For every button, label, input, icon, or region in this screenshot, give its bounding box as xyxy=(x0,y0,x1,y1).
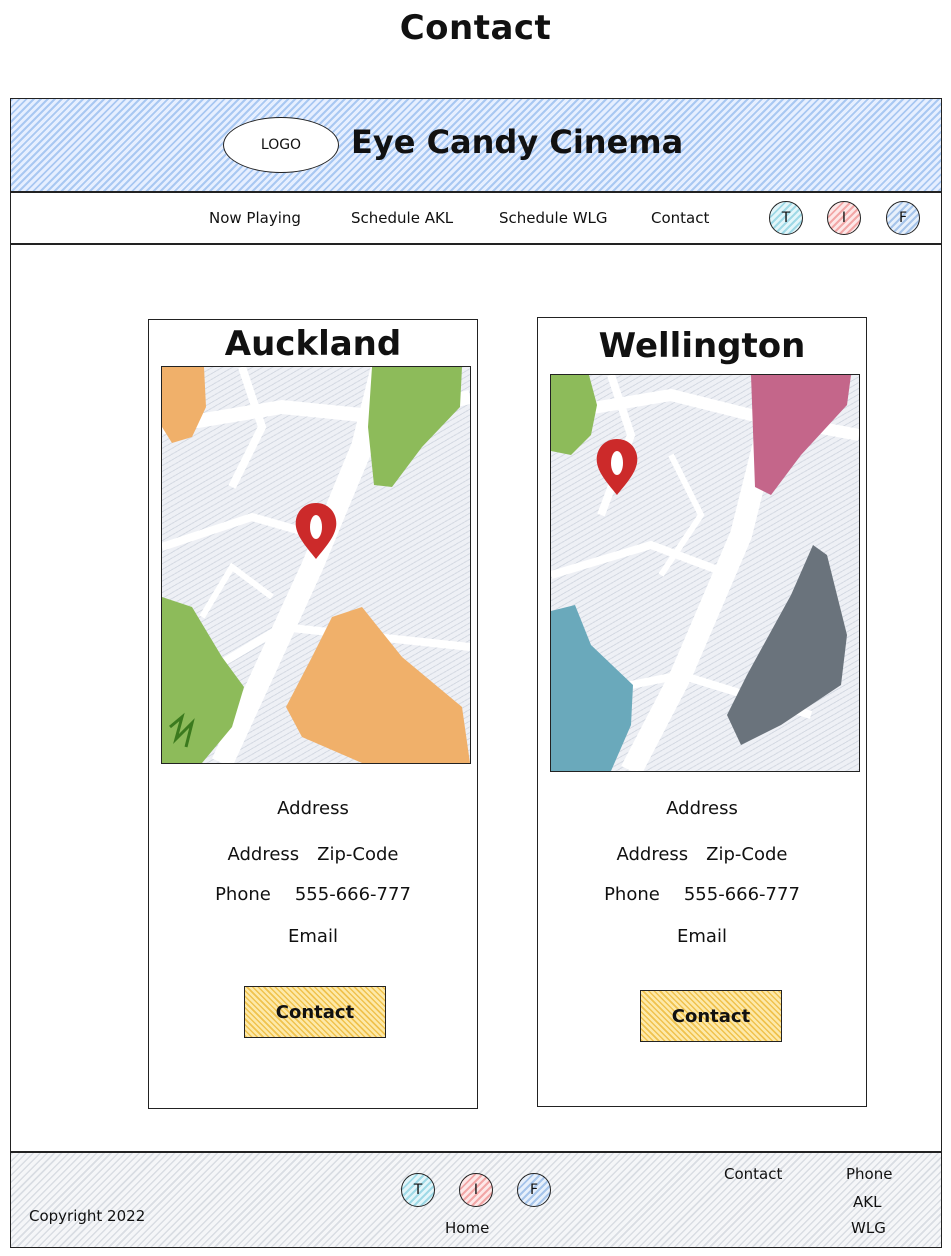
zip-label: Zip-Code xyxy=(706,844,788,865)
nav-schedule-wlg[interactable]: Schedule WLG xyxy=(499,209,608,227)
zip-label: Zip-Code xyxy=(317,844,399,865)
location-card-auckland: Auckland Address Address Zip-Code Phone … xyxy=(148,319,478,1109)
twitter-icon[interactable]: T xyxy=(401,1173,435,1207)
nav-schedule-akl[interactable]: Schedule AKL xyxy=(351,209,453,227)
email-label[interactable]: Email xyxy=(149,926,477,947)
contact-button-label: Contact xyxy=(275,1001,355,1023)
main-nav: Now Playing Schedule AKL Schedule WLG Co… xyxy=(10,192,942,244)
map-illustration xyxy=(162,367,470,763)
nav-contact[interactable]: Contact xyxy=(651,209,709,227)
map-illustration xyxy=(551,375,859,771)
location-title: Wellington xyxy=(598,326,806,366)
facebook-icon[interactable]: F xyxy=(886,201,920,235)
footer-contact-link[interactable]: Contact xyxy=(724,1165,782,1183)
location-map-wellington[interactable] xyxy=(550,374,860,772)
address-heading: Address xyxy=(666,798,738,819)
logo[interactable]: LOGO xyxy=(223,117,339,173)
address-heading: Address xyxy=(277,798,349,819)
contact-button-auckland[interactable]: Contact xyxy=(244,986,386,1038)
phone-value: 555-666-777 xyxy=(683,884,800,905)
footer-home-link[interactable]: Home xyxy=(445,1219,489,1237)
location-map-auckland[interactable] xyxy=(161,366,471,764)
logo-label: LOGO xyxy=(260,137,302,153)
footer-wlg[interactable]: WLG xyxy=(851,1219,886,1237)
address-label: Address xyxy=(616,844,689,865)
instagram-icon-label: I xyxy=(841,210,847,226)
page-title: Contact xyxy=(399,8,552,48)
email-label[interactable]: Email xyxy=(538,926,866,947)
address-row: Address Zip-Code xyxy=(149,844,477,865)
facebook-icon-label: F xyxy=(898,210,908,226)
phone-row: Phone 555-666-777 xyxy=(149,884,477,905)
phone-row: Phone 555-666-777 xyxy=(538,884,866,905)
nav-now-playing[interactable]: Now Playing xyxy=(209,209,301,227)
twitter-icon[interactable]: T xyxy=(769,201,803,235)
contact-button-wellington[interactable]: Contact xyxy=(640,990,782,1042)
facebook-icon-label: F xyxy=(529,1182,539,1198)
map-pin-icon xyxy=(596,439,638,495)
location-title: Auckland xyxy=(224,324,402,364)
main-content: Auckland Address Address Zip-Code Phone … xyxy=(10,244,942,1152)
instagram-icon[interactable]: I xyxy=(459,1173,493,1207)
phone-label: Phone xyxy=(604,884,660,905)
instagram-icon-label: I xyxy=(473,1182,479,1198)
location-card-wellington: Wellington Address Address Zip-Code Phon… xyxy=(537,317,867,1107)
phone-label: Phone xyxy=(215,884,271,905)
site-header: LOGO Eye Candy Cinema xyxy=(10,98,942,192)
contact-button-label: Contact xyxy=(671,1005,751,1027)
twitter-icon-label: T xyxy=(781,210,791,226)
instagram-icon[interactable]: I xyxy=(827,201,861,235)
footer-phone-label: Phone xyxy=(846,1165,893,1183)
phone-value: 555-666-777 xyxy=(294,884,411,905)
facebook-icon[interactable]: F xyxy=(517,1173,551,1207)
twitter-icon-label: T xyxy=(413,1182,423,1198)
site-footer: Copyright 2022 T I F Home Contact Phone … xyxy=(10,1152,942,1248)
page: Contact LOGO Eye Candy Cinema Now Playin… xyxy=(0,0,951,1256)
brand-name: Eye Candy Cinema xyxy=(351,123,684,161)
copyright: Copyright 2022 xyxy=(29,1207,146,1225)
address-label: Address xyxy=(227,844,300,865)
footer-akl[interactable]: AKL xyxy=(853,1193,881,1211)
address-row: Address Zip-Code xyxy=(538,844,866,865)
